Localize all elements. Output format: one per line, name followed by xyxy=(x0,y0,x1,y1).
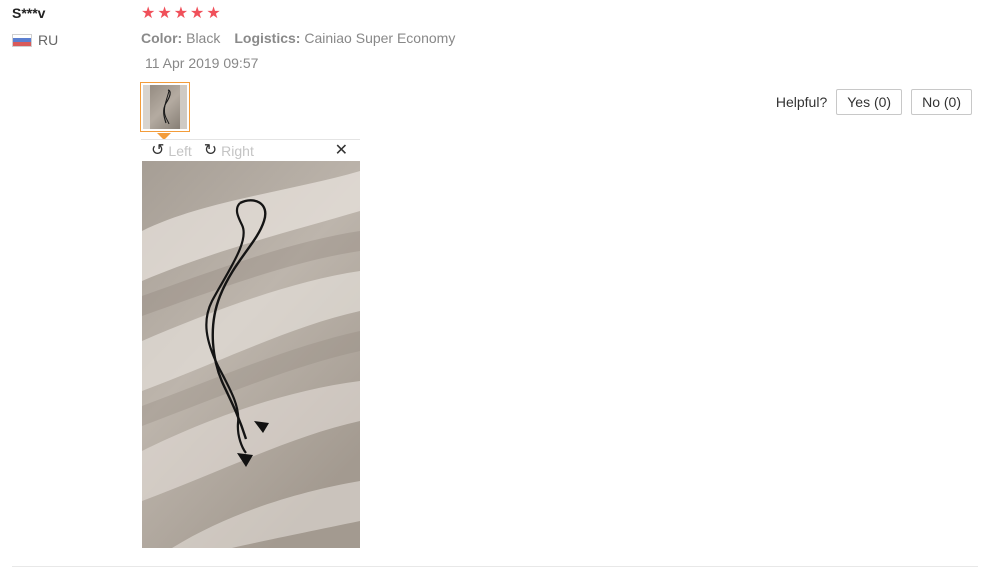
thumbnail-photo xyxy=(143,85,187,129)
rotate-right-icon: ↻ xyxy=(203,141,218,159)
star-icon: ★ xyxy=(173,5,189,22)
helpful-label: Helpful? xyxy=(775,94,828,110)
rotate-left-label: Left xyxy=(168,142,192,159)
close-viewer-button[interactable]: ✕ xyxy=(334,141,348,159)
rotate-right-button[interactable]: ↻ Right xyxy=(203,141,254,159)
rotate-left-button[interactable]: ↺ Left xyxy=(151,141,192,159)
helpful-votes: Helpful? Yes (0) No (0) xyxy=(776,89,972,115)
color-value: Black xyxy=(186,30,221,46)
close-icon: ✕ xyxy=(334,141,348,159)
logistics-label: Logistics: xyxy=(234,30,301,46)
country-code: RU xyxy=(38,32,59,48)
star-icon: ★ xyxy=(141,5,156,22)
review-photo-thumbnail[interactable] xyxy=(140,82,190,132)
order-properties: Color: Black Logistics: Cainiao Super Eco… xyxy=(141,30,455,46)
reviewer-country: RU xyxy=(12,32,58,48)
logistics-value: Cainiao Super Economy xyxy=(304,30,456,46)
helpful-no-button[interactable]: No (0) xyxy=(911,89,972,115)
star-rating: ★ ★ ★ ★ ★ xyxy=(141,5,221,23)
helpful-yes-button[interactable]: Yes (0) xyxy=(836,89,903,115)
color-label: Color: xyxy=(141,30,183,46)
star-icon: ★ xyxy=(190,5,205,22)
image-viewer-toolbar: ↺ Left ↻ Right ✕ xyxy=(141,139,360,161)
star-icon: ★ xyxy=(157,5,172,22)
rotate-right-label: Right xyxy=(221,142,254,159)
star-icon: ★ xyxy=(206,5,221,22)
review-date: 11 Apr 2019 09:57 xyxy=(145,55,259,71)
reviewer-name: S***v xyxy=(12,5,46,21)
rotate-left-icon: ↺ xyxy=(151,141,165,159)
review-divider xyxy=(12,566,978,567)
review-photo-enlarged xyxy=(142,161,360,548)
russia-flag-icon xyxy=(12,33,32,47)
